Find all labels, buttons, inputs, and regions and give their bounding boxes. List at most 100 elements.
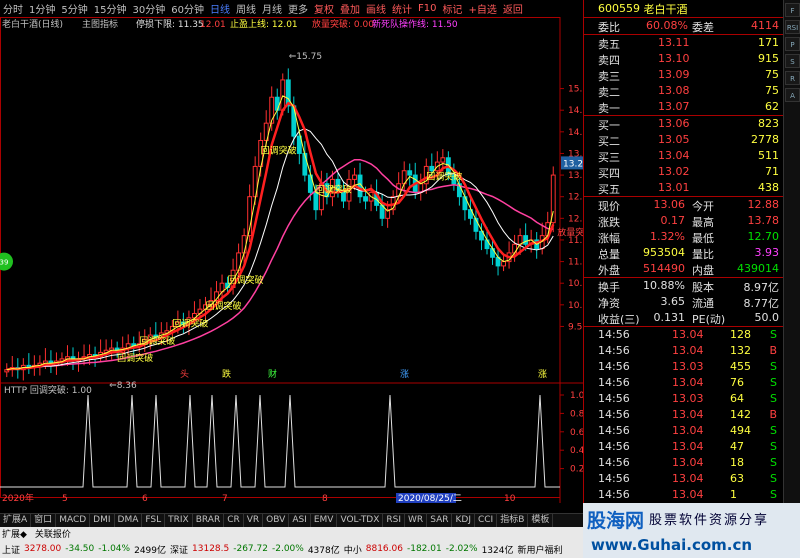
event-marker: 跌	[222, 369, 231, 380]
candle-body	[523, 235, 529, 245]
chart-frame	[0, 17, 561, 498]
toolbar-item-1[interactable]: 1分钟	[26, 1, 58, 16]
tab-模板[interactable]: 模板	[528, 514, 554, 527]
tab-CR[interactable]: CR	[224, 514, 244, 527]
candle-body	[429, 165, 435, 172]
y-tick-label: 9.50	[568, 322, 583, 332]
toolbar-item-10[interactable]: 复权	[311, 1, 337, 16]
tab-VOL-TDX[interactable]: VOL-TDX	[337, 514, 384, 527]
stat-row: 现价 13.06 今开 12.88	[598, 198, 779, 213]
candle-body	[407, 170, 413, 176]
tick-row: 14:56 13.04 142 B	[598, 408, 777, 421]
toolbar-item-16[interactable]: +自选	[465, 1, 499, 16]
tab-MACD[interactable]: MACD	[56, 514, 91, 527]
event-marker: 涨	[538, 369, 547, 380]
tab-BRAR[interactable]: BRAR	[193, 514, 225, 527]
tab-DMI[interactable]: DMI	[90, 514, 115, 527]
side-toolbar: F RSI P S R A	[783, 0, 800, 503]
stat2-row: 净资 3.65 流通 8.77亿	[598, 295, 779, 310]
tab-EMV[interactable]: EMV	[311, 514, 338, 527]
toolbar-item-7[interactable]: 周线	[233, 1, 259, 16]
tab2-item[interactable]: 扩展◆	[2, 527, 27, 540]
toolbar-item-12[interactable]: 画线	[363, 1, 389, 16]
tab-DMA[interactable]: DMA	[115, 514, 143, 527]
candle-body	[517, 235, 523, 245]
toolbar-item-17[interactable]: 返回	[500, 1, 526, 16]
tab-SAR[interactable]: SAR	[427, 514, 453, 527]
side-tool-icon[interactable]: P	[785, 37, 800, 51]
stat2-row: 收益(三) 0.131 PE(动) 50.0	[598, 311, 779, 326]
side-tool-icon[interactable]: F	[785, 3, 800, 17]
tab-窗口[interactable]: 窗口	[31, 514, 57, 527]
kline-svg[interactable]: 9.5010.0010.5011.0011.5012.0012.5013.001…	[0, 17, 594, 504]
circle-label: 39	[0, 259, 8, 267]
candle-body	[501, 261, 506, 267]
tab-CCI[interactable]: CCI	[475, 514, 498, 527]
stock-name: 老白干酒	[643, 2, 688, 16]
price-tag: 13.27	[563, 159, 583, 169]
event-marker: 涨	[400, 369, 409, 380]
signal-label: 回调突破	[228, 274, 264, 286]
toolbar-item-5[interactable]: 60分钟	[168, 1, 207, 16]
signal-label: 回调突破	[117, 352, 153, 364]
x-date-label: 8	[322, 494, 328, 503]
x-date-label: 5	[62, 494, 68, 503]
toolbar-item-14[interactable]: F10	[415, 3, 439, 14]
tab-VR[interactable]: VR	[244, 514, 264, 527]
stat-row: 涨幅 1.32% 最低 12.70	[598, 230, 779, 245]
weibi-row: 委比 60.08% 委差 4114	[598, 19, 779, 34]
peak-label: ⇐15.75	[289, 52, 322, 62]
tick-row: 14:56 13.04 18 S	[598, 456, 777, 469]
tab-指标B[interactable]: 指标B	[497, 514, 529, 527]
event-marker: 财	[268, 368, 277, 380]
signal-label: 回调突破	[261, 144, 297, 156]
ma3-line	[6, 95, 554, 371]
tab-RSI[interactable]: RSI	[383, 514, 406, 527]
toolbar-item-15[interactable]: 标记	[439, 1, 465, 16]
x-date-label: 10	[504, 494, 516, 503]
stat2-row: 换手 10.88% 股本 8.97亿	[598, 279, 779, 294]
toolbar-item-6[interactable]: 日线	[207, 1, 233, 16]
signal-label: 回调突破	[316, 183, 352, 195]
toolbar-item-0[interactable]: 分时	[0, 1, 26, 16]
tab-ASI[interactable]: ASI	[289, 514, 311, 527]
kline-chart[interactable]: 9.5010.0010.5011.0011.5012.0012.5013.001…	[0, 17, 594, 504]
side-tool-icon[interactable]: RSI	[785, 20, 800, 34]
ask-row: 卖二 13.08 75	[598, 84, 779, 99]
tick-row: 14:56 13.03 455 S	[598, 360, 777, 373]
y-tick-label: 12.50	[568, 193, 583, 203]
y-tick-label: 10.50	[568, 279, 583, 289]
tab-扩展A[interactable]: 扩展A	[0, 514, 32, 527]
toolbar-item-2[interactable]: 5分钟	[58, 1, 90, 16]
toolbar-item-11[interactable]: 叠加	[337, 1, 363, 16]
ask-row: 卖五 13.11 171	[598, 36, 779, 51]
tick-row: 14:56 13.03 64 S	[598, 392, 777, 405]
toolbar-item-13[interactable]: 统计	[389, 1, 415, 16]
tab-KDJ[interactable]: KDJ	[452, 514, 475, 527]
toolbar-item-8[interactable]: 月线	[259, 1, 285, 16]
toolbar-item-3[interactable]: 15分钟	[91, 1, 130, 16]
candle-body	[241, 235, 247, 254]
tab-FSL[interactable]: FSL	[142, 514, 166, 527]
toolbar-item-4[interactable]: 30分钟	[129, 1, 168, 16]
tab2-item[interactable]: 关联报价	[35, 527, 71, 540]
tab-TRIX[interactable]: TRIX	[165, 514, 193, 527]
candle-body	[280, 79, 286, 111]
side-tool-icon[interactable]: S	[785, 54, 800, 68]
candle-body	[363, 196, 368, 202]
side-tool-icon[interactable]: A	[785, 88, 800, 102]
stopwin-label: 止盈上线: 12.01	[230, 18, 298, 30]
signal-label: 回调突破	[172, 317, 208, 329]
tab-OBV[interactable]: OBV	[263, 514, 290, 527]
stat-row: 涨跌 0.17 最高 13.78	[598, 214, 779, 229]
side-tool-icon[interactable]: R	[785, 71, 800, 85]
x-date-label: 2020/08/25/二	[398, 494, 462, 503]
y-tick-label: 14.50	[568, 106, 583, 116]
toolbar-item-9[interactable]: 更多	[285, 1, 311, 16]
signal-pulse-line	[0, 394, 560, 488]
stat-row: 外盘 514490 内盘 439014	[598, 262, 779, 277]
stock-header: 600559 老白干酒	[584, 0, 783, 17]
quote-panel: 600559 老白干酒 委比 60.08% 委差 4114 卖五 13.11 171 卖四 1…	[583, 0, 783, 517]
indicator-tabs: 扩展A 窗口 MACD DMI DMA FSL TRIX BRAR CR VR OBV ASI EMV V…	[0, 513, 583, 527]
tab-WR[interactable]: WR	[405, 514, 428, 527]
